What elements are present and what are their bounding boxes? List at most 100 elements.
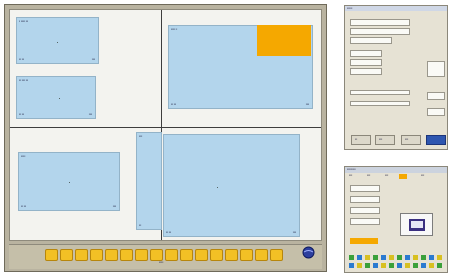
- color-swatch[interactable]: [381, 255, 386, 260]
- toolbar-button[interactable]: [135, 249, 148, 261]
- toolbar-button[interactable]: [210, 249, 223, 261]
- color-swatch[interactable]: [437, 255, 442, 260]
- dialog-button[interactable]: ▪▪▪: [375, 135, 395, 145]
- dialog-button[interactable]: ▪▪▪: [401, 135, 421, 145]
- option-field[interactable]: [350, 50, 382, 57]
- dialog-title: ▪▪▪▪▪: [347, 6, 353, 10]
- slider-track[interactable]: [350, 90, 410, 95]
- color-swatch[interactable]: [389, 255, 394, 260]
- color-swatch[interactable]: [405, 263, 410, 268]
- menu-item[interactable]: ▪▪▪: [367, 174, 370, 177]
- panel-center-marker: [57, 42, 58, 43]
- option-field[interactable]: [350, 28, 410, 35]
- settings-dialog: ▪▪▪▪▪ ▪▪ ▪▪▪ ▪▪▪: [344, 5, 448, 150]
- color-swatch[interactable]: [357, 263, 362, 268]
- panel-footer-right: ▪▪▪: [91, 57, 95, 61]
- panel-footer-right: ▪▪▪: [305, 102, 309, 106]
- toolbar-button[interactable]: [45, 249, 58, 261]
- viewport-panel[interactable]: ▪▪ ▪▪▪ ▪▪ ▪▪ ▪▪ ▪▪▪: [16, 76, 96, 119]
- color-swatch[interactable]: [381, 263, 386, 268]
- toolbar-button[interactable]: [75, 249, 88, 261]
- panel-footer-left: ▪▪ ▪▪: [166, 230, 172, 234]
- panel-title: ▪▪▪▪ ▪: [171, 27, 178, 31]
- panel-title: ▪▪▪▪: [21, 154, 26, 158]
- color-swatch[interactable]: [405, 255, 410, 260]
- option-field[interactable]: [350, 19, 410, 26]
- button-label: ▪▪▪: [379, 137, 383, 141]
- toolbar-button[interactable]: [120, 249, 133, 261]
- color-swatch[interactable]: [349, 263, 354, 268]
- option-field[interactable]: [350, 185, 380, 192]
- color-swatch[interactable]: [421, 263, 426, 268]
- panel-title: ▪ ▪▪▪▪ ▪▪: [19, 19, 29, 23]
- color-swatch[interactable]: [349, 255, 354, 260]
- color-swatch[interactable]: [373, 255, 378, 260]
- color-swatch[interactable]: [421, 255, 426, 260]
- horizontal-divider[interactable]: [10, 127, 321, 128]
- toolbar-button[interactable]: [90, 249, 103, 261]
- color-swatch[interactable]: [357, 255, 362, 260]
- highlight-region[interactable]: [399, 174, 407, 179]
- color-swatch[interactable]: [365, 255, 370, 260]
- highlight-region[interactable]: [257, 25, 311, 56]
- option-field[interactable]: [350, 207, 380, 214]
- panel-footer-left: ▪▪ ▪▪: [19, 57, 25, 61]
- panel-title: ▪▪▪: [139, 134, 143, 138]
- toolbar-button[interactable]: [60, 249, 73, 261]
- option-field[interactable]: [350, 59, 382, 66]
- option-field[interactable]: [427, 108, 445, 116]
- option-field[interactable]: [350, 196, 380, 203]
- option-field[interactable]: [350, 218, 380, 225]
- color-swatch[interactable]: [437, 263, 442, 268]
- color-swatch[interactable]: [389, 263, 394, 268]
- panel-center-marker: [69, 182, 70, 183]
- toolbar-button[interactable]: [255, 249, 268, 261]
- preview-box[interactable]: [427, 61, 445, 77]
- color-swatch[interactable]: [413, 263, 418, 268]
- option-field[interactable]: [427, 92, 445, 100]
- toolbar-button[interactable]: [105, 249, 118, 261]
- color-swatch[interactable]: [397, 263, 402, 268]
- color-swatch[interactable]: [429, 255, 434, 260]
- globe-icon[interactable]: [302, 246, 315, 259]
- toolbar-button[interactable]: [240, 249, 253, 261]
- highlight-region[interactable]: [350, 238, 378, 244]
- viewport-panel[interactable]: ▪ ▪▪▪▪ ▪▪ ▪▪ ▪▪ ▪▪▪: [16, 17, 99, 64]
- color-swatch[interactable]: [397, 255, 402, 260]
- panel-footer-left: ▪▪ ▪▪: [19, 112, 25, 116]
- menu-item[interactable]: ▪▪▪: [421, 174, 424, 177]
- panel-footer-right: ▪▪▪: [88, 112, 92, 116]
- slider-track[interactable]: [350, 101, 410, 106]
- properties-dialog: ▪▪▪▪▪▪▪▪ ▪▪▪ ▪▪▪ ▪▪▪ ▪▪▪ ▪▪▪: [344, 166, 448, 273]
- menu-item[interactable]: ▪▪▪: [385, 174, 388, 177]
- panel-footer-left: ▪▪: [139, 223, 142, 227]
- workspace-canvas[interactable]: ▪ ▪▪▪▪ ▪▪ ▪▪ ▪▪ ▪▪▪ ▪▪ ▪▪▪ ▪▪ ▪▪ ▪▪ ▪▪▪ …: [9, 9, 322, 241]
- toolbar-button[interactable]: [180, 249, 193, 261]
- viewport-panel[interactable]: ▪▪▪ ▪▪: [136, 132, 162, 230]
- color-swatch[interactable]: [373, 263, 378, 268]
- viewport-panel[interactable]: ▪▪ ▪▪ ▪▪▪: [163, 134, 300, 237]
- panel-footer-right: ▪▪▪: [112, 204, 116, 208]
- button-label: ▪▪: [355, 137, 358, 141]
- toolbar-button[interactable]: [195, 249, 208, 261]
- button-label: ▪▪▪: [405, 137, 409, 141]
- menu-item[interactable]: ▪▪▪: [349, 174, 352, 177]
- option-field[interactable]: [350, 37, 392, 44]
- menu-bar: ▪▪▪ ▪▪▪ ▪▪▪ ▪▪▪ ▪▪▪: [347, 174, 445, 179]
- dialog-titlebar: ▪▪▪▪▪: [345, 6, 447, 11]
- panel-footer-right: ▪▪▪: [292, 230, 296, 234]
- ok-button[interactable]: [426, 135, 446, 145]
- color-swatch[interactable]: [429, 263, 434, 268]
- dialog-titlebar: ▪▪▪▪▪▪▪▪: [345, 167, 447, 173]
- color-swatch[interactable]: [365, 263, 370, 268]
- toolbar-button[interactable]: [165, 249, 178, 261]
- panel-center-marker: [217, 187, 218, 188]
- toolbar-button[interactable]: [270, 249, 283, 261]
- dialog-button[interactable]: ▪▪: [351, 135, 371, 145]
- viewport-panel[interactable]: ▪▪▪▪ ▪ ▪▪ ▪▪ ▪▪▪: [168, 25, 313, 109]
- color-swatch[interactable]: [413, 255, 418, 260]
- toolbar-button[interactable]: [225, 249, 238, 261]
- option-field[interactable]: [350, 68, 382, 75]
- viewport-panel[interactable]: ▪▪▪▪ ▪▪ ▪▪ ▪▪▪: [18, 152, 120, 211]
- panel-title: ▪▪ ▪▪▪ ▪▪: [19, 78, 29, 82]
